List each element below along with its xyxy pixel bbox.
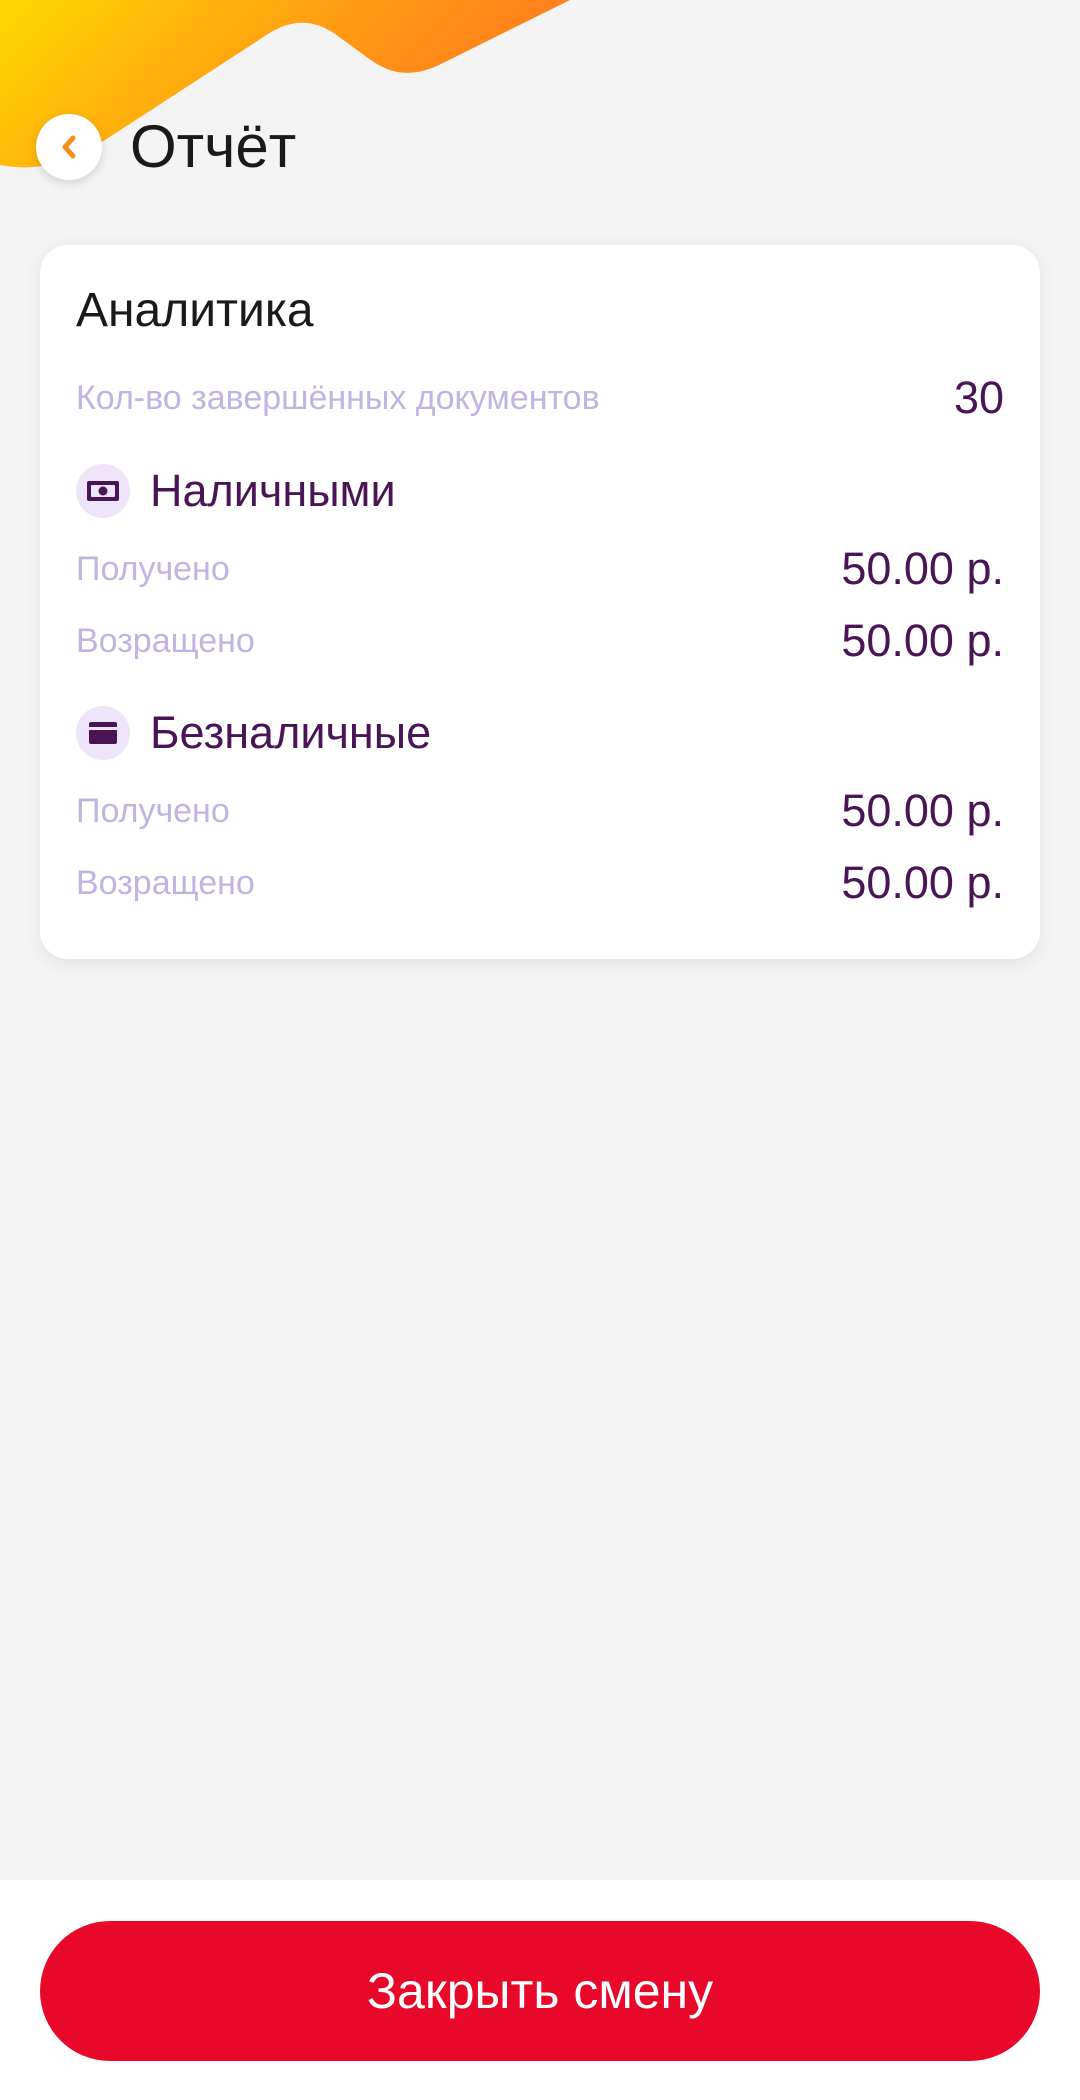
close-shift-button[interactable]: Закрыть смену <box>40 1921 1040 2061</box>
cashless-section-header: Безналичные <box>76 706 431 760</box>
report-screen: Отчёт Аналитика Кол-во завершённых докум… <box>0 0 1080 2100</box>
completed-docs-label: Кол-во завершённых документов <box>76 378 600 417</box>
completed-docs-row: Кол-во завершённых документов 30 <box>76 372 1004 424</box>
cash-received-value: 50.00 р. <box>841 543 1004 594</box>
cash-section-header: Наличными <box>76 464 396 518</box>
cash-received-label: Получено <box>76 549 230 588</box>
cashless-received-value: 50.00 р. <box>841 785 1004 836</box>
cash-returned-label: Возращено <box>76 621 255 660</box>
cash-section-title: Наличными <box>150 465 396 516</box>
cashless-returned-label: Возращено <box>76 863 255 902</box>
cashless-returned-row: Возращено 50.00 р. <box>76 857 1004 909</box>
cashless-returned-value: 50.00 р. <box>841 857 1004 908</box>
cash-returned-value: 50.00 р. <box>841 615 1004 666</box>
completed-docs-value: 30 <box>953 372 1004 423</box>
cashless-received-label: Получено <box>76 791 230 830</box>
card-icon <box>76 706 130 760</box>
cash-received-row: Получено 50.00 р. <box>76 543 1004 595</box>
cash-icon <box>76 464 130 518</box>
back-button[interactable] <box>36 114 102 180</box>
cashless-section-title: Безналичные <box>150 707 432 758</box>
analytics-title: Аналитика <box>76 284 314 337</box>
chevron-left-icon <box>62 135 76 159</box>
page-title: Отчёт <box>130 113 297 180</box>
cash-returned-row: Возращено 50.00 р. <box>76 615 1004 667</box>
cashless-received-row: Получено 50.00 р. <box>76 785 1004 837</box>
analytics-card: Аналитика Кол-во завершённых документов … <box>40 245 1040 959</box>
